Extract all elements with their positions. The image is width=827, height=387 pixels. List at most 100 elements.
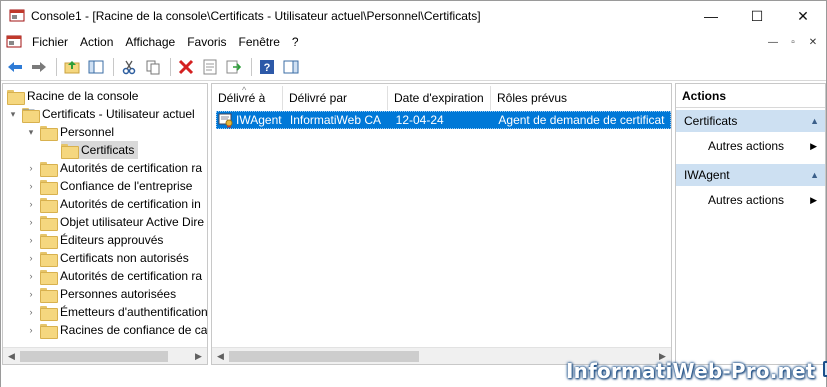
- console-menu-icon[interactable]: [6, 34, 22, 50]
- tree-label: Autorités de certification ra: [60, 269, 203, 283]
- collapse-up-icon[interactable]: ▲: [810, 110, 819, 132]
- expand-arrow-icon[interactable]: ›: [25, 216, 37, 228]
- tree-item-root[interactable]: Racine de la console: [7, 87, 138, 105]
- tree-label: Personnel: [60, 125, 115, 139]
- expand-arrow-icon[interactable]: ›: [25, 306, 37, 318]
- show-tree-icon[interactable]: [85, 56, 107, 78]
- actions-section-certificats[interactable]: Certificats ▲: [676, 110, 825, 132]
- tree-item-folder[interactable]: › Confiance de l'entreprise: [25, 177, 192, 195]
- menu-action[interactable]: Action: [74, 31, 119, 53]
- submenu-arrow-icon: ▶: [810, 195, 817, 205]
- more-actions-certificats[interactable]: Autres actions ▶: [676, 135, 825, 157]
- delete-icon[interactable]: [175, 56, 197, 78]
- table-row[interactable]: IWAgent InformatiWeb CA 12-04-24 Agent d…: [216, 111, 671, 129]
- expand-arrow-icon[interactable]: ›: [25, 234, 37, 246]
- tree-item-personnel[interactable]: ▾ Personnel: [25, 123, 114, 141]
- back-icon[interactable]: [4, 56, 26, 78]
- action-pane-icon[interactable]: [280, 56, 302, 78]
- folder-icon: [7, 89, 25, 105]
- folder-icon: [40, 125, 58, 141]
- collapse-arrow-icon[interactable]: ▾: [25, 126, 37, 138]
- toolbar: ?: [1, 54, 826, 81]
- child-minimize-button[interactable]: —: [764, 34, 782, 50]
- expand-arrow-icon[interactable]: ›: [25, 324, 37, 336]
- certificate-store-icon: [22, 107, 40, 123]
- help-icon[interactable]: ?: [256, 56, 278, 78]
- expand-arrow-icon[interactable]: ›: [25, 288, 37, 300]
- menu-help[interactable]: ?: [286, 31, 305, 53]
- cell-issued-to: IWAgent: [236, 113, 282, 127]
- menu-fenetre[interactable]: Fenêtre: [233, 31, 286, 53]
- actions-pane: Actions Certificats ▲ Autres actions ▶ I…: [675, 83, 826, 365]
- cell-roles: Agent de demande de certificat: [498, 113, 665, 127]
- tree-label: Racine de la console: [27, 89, 139, 103]
- actions-section-iwagent[interactable]: IWAgent ▲: [676, 164, 825, 186]
- scroll-left-icon[interactable]: ◀: [3, 348, 20, 365]
- tree-label: Émetteurs d'authentification: [60, 305, 208, 319]
- cut-icon[interactable]: [118, 56, 140, 78]
- close-button[interactable]: ✕: [780, 1, 826, 31]
- collapse-arrow-icon[interactable]: ▾: [7, 108, 19, 120]
- scrollbar-thumb[interactable]: [20, 350, 168, 362]
- watermark: InformatiWeb-Pro.net: [566, 357, 827, 385]
- tree-label: Autorités de certification ra: [60, 161, 203, 175]
- tree-item-certificats[interactable]: Certificats: [61, 141, 139, 159]
- menu-favoris[interactable]: Favoris: [181, 31, 232, 53]
- more-actions-iwagent[interactable]: Autres actions ▶: [676, 189, 825, 211]
- column-expiration[interactable]: Date d'expiration: [388, 86, 491, 110]
- submenu-arrow-icon: ▶: [810, 141, 817, 151]
- list-column-header: ^ Délivré à Délivré par Date d'expiratio…: [212, 86, 671, 110]
- maximize-button[interactable]: ☐: [734, 1, 780, 31]
- column-issued-to[interactable]: ^ Délivré à: [212, 86, 283, 110]
- toolbar-separator: [56, 58, 57, 76]
- collapse-up-icon[interactable]: ▲: [810, 164, 819, 186]
- tree-item-folder[interactable]: › Certificats non autorisés: [25, 249, 189, 267]
- minimize-button[interactable]: —: [688, 1, 734, 31]
- export-icon[interactable]: [223, 56, 245, 78]
- folder-icon: [40, 305, 58, 321]
- expand-arrow-icon[interactable]: ›: [25, 162, 37, 174]
- tree-item-folder[interactable]: › Émetteurs d'authentification: [25, 303, 208, 321]
- sort-ascending-icon: ^: [242, 86, 247, 95]
- scroll-right-icon[interactable]: ▶: [190, 348, 207, 365]
- menu-fichier[interactable]: Fichier: [26, 31, 74, 53]
- svg-text:?: ?: [264, 62, 271, 74]
- folder-icon: [61, 143, 79, 159]
- scrollbar-thumb[interactable]: [229, 350, 419, 362]
- mmc-app-icon[interactable]: [9, 8, 25, 24]
- child-close-button[interactable]: ✕: [804, 34, 822, 50]
- folder-icon: [40, 215, 58, 231]
- expand-arrow-icon[interactable]: ›: [25, 252, 37, 264]
- toolbar-separator: [113, 58, 114, 76]
- up-folder-icon[interactable]: [61, 56, 83, 78]
- expand-arrow-icon[interactable]: ›: [25, 270, 37, 282]
- forward-icon[interactable]: [28, 56, 50, 78]
- tree-item-folder[interactable]: › Autorités de certification in: [25, 195, 201, 213]
- menu-affichage[interactable]: Affichage: [119, 31, 181, 53]
- tree-item-folder[interactable]: › Racines de confiance de ca: [25, 321, 207, 339]
- properties-icon[interactable]: [199, 56, 221, 78]
- tree-horizontal-scrollbar[interactable]: ◀ ▶: [3, 347, 207, 364]
- folder-icon: [40, 179, 58, 195]
- copy-icon[interactable]: [142, 56, 164, 78]
- actions-header: Actions: [676, 84, 825, 108]
- tree-item-cert-store[interactable]: ▾ Certificats - Utilisateur actuel: [7, 105, 195, 123]
- column-roles[interactable]: Rôles prévus: [491, 86, 671, 110]
- cell-issued-by: InformatiWeb CA: [289, 113, 382, 127]
- column-issued-by[interactable]: Délivré par: [283, 86, 388, 110]
- scroll-left-icon[interactable]: ◀: [212, 348, 229, 365]
- tree-item-folder[interactable]: › Éditeurs approuvés: [25, 231, 163, 249]
- tree-label: Certificats non autorisés: [60, 251, 189, 265]
- results-pane: ^ Délivré à Délivré par Date d'expiratio…: [211, 83, 672, 365]
- folder-icon: [40, 323, 58, 339]
- folder-icon: [40, 269, 58, 285]
- tree-item-folder[interactable]: › Autorités de certification ra: [25, 267, 202, 285]
- folder-icon: [40, 251, 58, 267]
- tree-item-folder[interactable]: › Autorités de certification ra: [25, 159, 202, 177]
- tree-item-folder[interactable]: › Objet utilisateur Active Dire: [25, 213, 204, 231]
- tree-item-folder[interactable]: › Personnes autorisées: [25, 285, 176, 303]
- cell-expiration: 12-04-24: [395, 113, 444, 127]
- child-restore-button[interactable]: ▫: [784, 34, 802, 50]
- expand-arrow-icon[interactable]: ›: [25, 180, 37, 192]
- expand-arrow-icon[interactable]: ›: [25, 198, 37, 210]
